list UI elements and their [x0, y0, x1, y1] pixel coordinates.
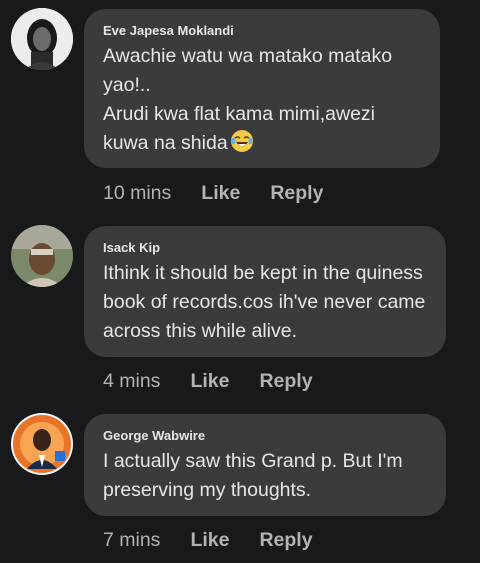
reply-button[interactable]: Reply [259, 529, 312, 552]
comment-author[interactable]: George Wabwire [103, 427, 428, 445]
comment-thread: Eve Japesa Moklandi Awachie watu wa mata… [0, 0, 480, 563]
reply-button[interactable]: Reply [259, 370, 312, 393]
comment-actions: 7 mins Like Reply [103, 526, 313, 554]
like-button[interactable]: Like [190, 529, 229, 552]
avatar[interactable] [11, 225, 73, 287]
comment-bubble: Eve Japesa Moklandi Awachie watu wa mata… [84, 9, 440, 168]
avatar-photo [11, 225, 73, 287]
comment-text: Ithink it should be kept in the quiness … [103, 262, 426, 342]
comment-bubble: Isack Kip Ithink it should be kept in th… [84, 226, 446, 357]
comment-actions: 10 mins Like Reply [103, 179, 323, 207]
avatar-photo [11, 8, 73, 70]
crying-laughing-emoji-icon [230, 130, 253, 152]
comment-time[interactable]: 10 mins [103, 182, 171, 205]
comment-actions: 4 mins Like Reply [103, 367, 313, 395]
comment-bubble: George Wabwire I actually saw this Grand… [84, 414, 446, 516]
avatar[interactable] [11, 413, 73, 475]
comment-author[interactable]: Isack Kip [103, 239, 428, 257]
avatar[interactable] [11, 8, 73, 70]
like-button[interactable]: Like [190, 370, 229, 393]
comment-text: I actually saw this Grand p. But I'm pre… [103, 450, 403, 501]
reply-button[interactable]: Reply [270, 182, 323, 205]
like-button[interactable]: Like [201, 182, 240, 205]
comment-text: Awachie watu wa matako matako yao!.. Aru… [103, 42, 422, 158]
comment-time[interactable]: 4 mins [103, 370, 160, 393]
comment-author[interactable]: Eve Japesa Moklandi [103, 22, 422, 40]
avatar-photo [11, 413, 73, 475]
comment-time[interactable]: 7 mins [103, 529, 160, 552]
